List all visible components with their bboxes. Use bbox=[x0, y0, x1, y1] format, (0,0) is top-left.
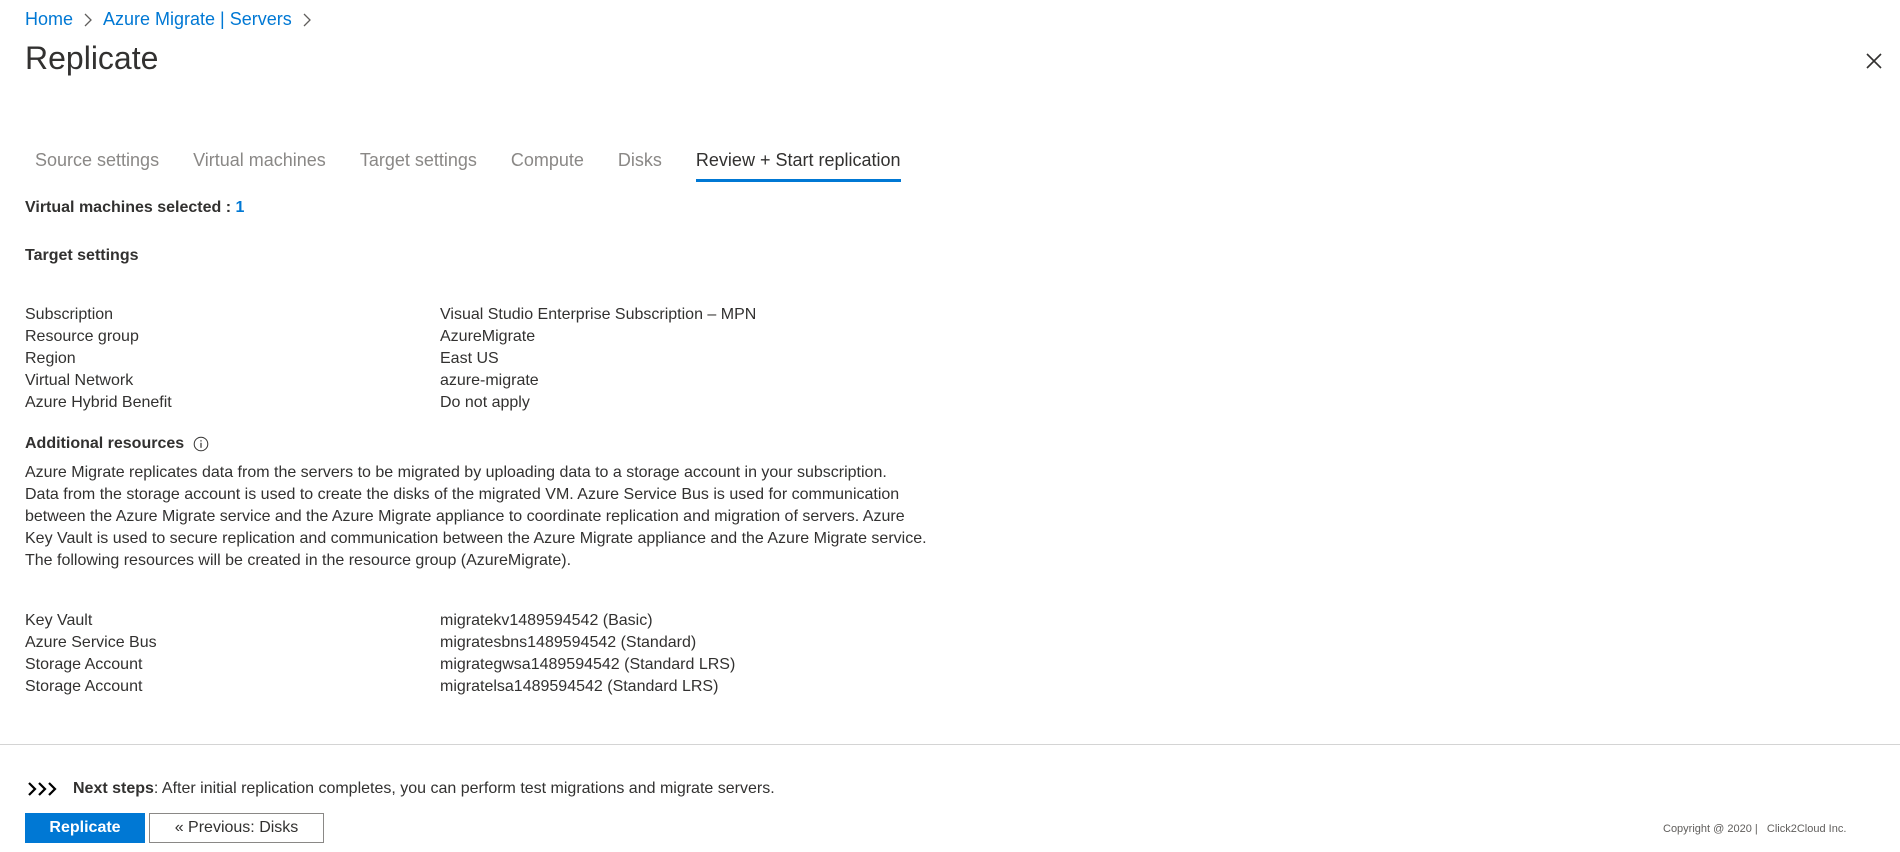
setting-key: Subscription bbox=[25, 306, 114, 323]
additional-resources-title: Additional resources bbox=[25, 435, 185, 452]
vm-selected-count[interactable]: 1 bbox=[235, 199, 244, 216]
resource-key: Storage Account bbox=[25, 678, 143, 695]
additional-resources-description: Azure Migrate replicates data from the s… bbox=[25, 462, 975, 572]
tab-source-settings[interactable]: Source settings bbox=[35, 146, 159, 182]
additional-resources-list: Key Vault migratekv1489594542 (Basic) Az… bbox=[25, 610, 735, 698]
resource-value: migratesbns1489594542 (Standard) bbox=[440, 634, 697, 651]
breadcrumb: Home Azure Migrate | Servers bbox=[25, 9, 322, 30]
next-steps: Next steps: After initial replication co… bbox=[27, 780, 775, 798]
tab-compute[interactable]: Compute bbox=[511, 146, 584, 182]
resource-key: Azure Service Bus bbox=[25, 634, 157, 651]
list-item: Subscription Visual Studio Enterprise Su… bbox=[25, 304, 756, 326]
setting-key: Virtual Network bbox=[25, 372, 134, 389]
breadcrumb-home-link[interactable]: Home bbox=[25, 9, 73, 30]
chevron-right-icon bbox=[84, 13, 92, 27]
additional-resources-heading: Additional resources bbox=[25, 435, 209, 453]
chevron-right-icon bbox=[303, 13, 311, 27]
setting-key: Region bbox=[25, 350, 76, 367]
next-steps-text: : After initial replication completes, y… bbox=[153, 780, 775, 797]
description-line: The following resources will be created … bbox=[25, 552, 572, 569]
previous-disks-button[interactable]: « Previous: Disks bbox=[149, 813, 324, 843]
triple-chevron-icon bbox=[27, 781, 59, 797]
breadcrumb-servers-link[interactable]: Azure Migrate | Servers bbox=[103, 9, 292, 30]
setting-key: Resource group bbox=[25, 328, 139, 345]
resource-key: Key Vault bbox=[25, 612, 93, 629]
close-icon[interactable] bbox=[1863, 50, 1885, 72]
resource-value: migrategwsa1489594542 (Standard LRS) bbox=[440, 656, 736, 673]
setting-value: East US bbox=[440, 350, 499, 367]
list-item: Azure Hybrid Benefit Do not apply bbox=[25, 392, 756, 414]
setting-key: Azure Hybrid Benefit bbox=[25, 394, 172, 411]
page-title: Replicate bbox=[25, 40, 159, 76]
copyright-text: Copyright @ 2020 | Click2Cloud Inc. bbox=[1663, 823, 1847, 835]
tab-bar: Source settings Virtual machines Target … bbox=[35, 146, 935, 182]
list-item: Resource group AzureMigrate bbox=[25, 326, 756, 348]
resource-value: migratelsa1489594542 (Standard LRS) bbox=[440, 678, 719, 695]
tab-review-start-replication[interactable]: Review + Start replication bbox=[695, 146, 901, 182]
replicate-button[interactable]: Replicate bbox=[25, 813, 145, 843]
resource-value: migratekv1489594542 (Basic) bbox=[440, 612, 653, 629]
description-line: between the Azure Migrate service and th… bbox=[25, 508, 905, 525]
vm-selected-label: Virtual machines selected : bbox=[25, 199, 236, 216]
tab-target-settings[interactable]: Target settings bbox=[360, 146, 477, 182]
setting-value: Visual Studio Enterprise Subscription – … bbox=[440, 306, 757, 323]
setting-value: AzureMigrate bbox=[440, 328, 536, 345]
list-item: Virtual Network azure-migrate bbox=[25, 370, 756, 392]
setting-value: Do not apply bbox=[440, 394, 530, 411]
list-item: Azure Service Bus migratesbns1489594542 … bbox=[25, 632, 735, 654]
tab-disks[interactable]: Disks bbox=[618, 146, 662, 182]
list-item: Region East US bbox=[25, 348, 756, 370]
description-line: Azure Migrate replicates data from the s… bbox=[25, 464, 887, 481]
list-item: Storage Account migratelsa1489594542 (St… bbox=[25, 676, 735, 698]
list-item: Key Vault migratekv1489594542 (Basic) bbox=[25, 610, 735, 632]
setting-value: azure-migrate bbox=[440, 372, 539, 389]
next-steps-label: Next steps bbox=[73, 780, 154, 797]
tab-virtual-machines[interactable]: Virtual machines bbox=[193, 146, 326, 182]
target-settings-heading: Target settings bbox=[25, 247, 139, 264]
list-item: Storage Account migrategwsa1489594542 (S… bbox=[25, 654, 735, 676]
footer-divider bbox=[0, 744, 1900, 745]
target-settings-list: Subscription Visual Studio Enterprise Su… bbox=[25, 304, 756, 414]
description-line: Data from the storage account is used to… bbox=[25, 486, 900, 503]
description-line: Key Vault is used to secure replication … bbox=[25, 530, 927, 547]
resource-key: Storage Account bbox=[25, 656, 143, 673]
vm-selected-summary: Virtual machines selected : 1 bbox=[25, 199, 244, 217]
info-icon[interactable] bbox=[193, 436, 209, 452]
